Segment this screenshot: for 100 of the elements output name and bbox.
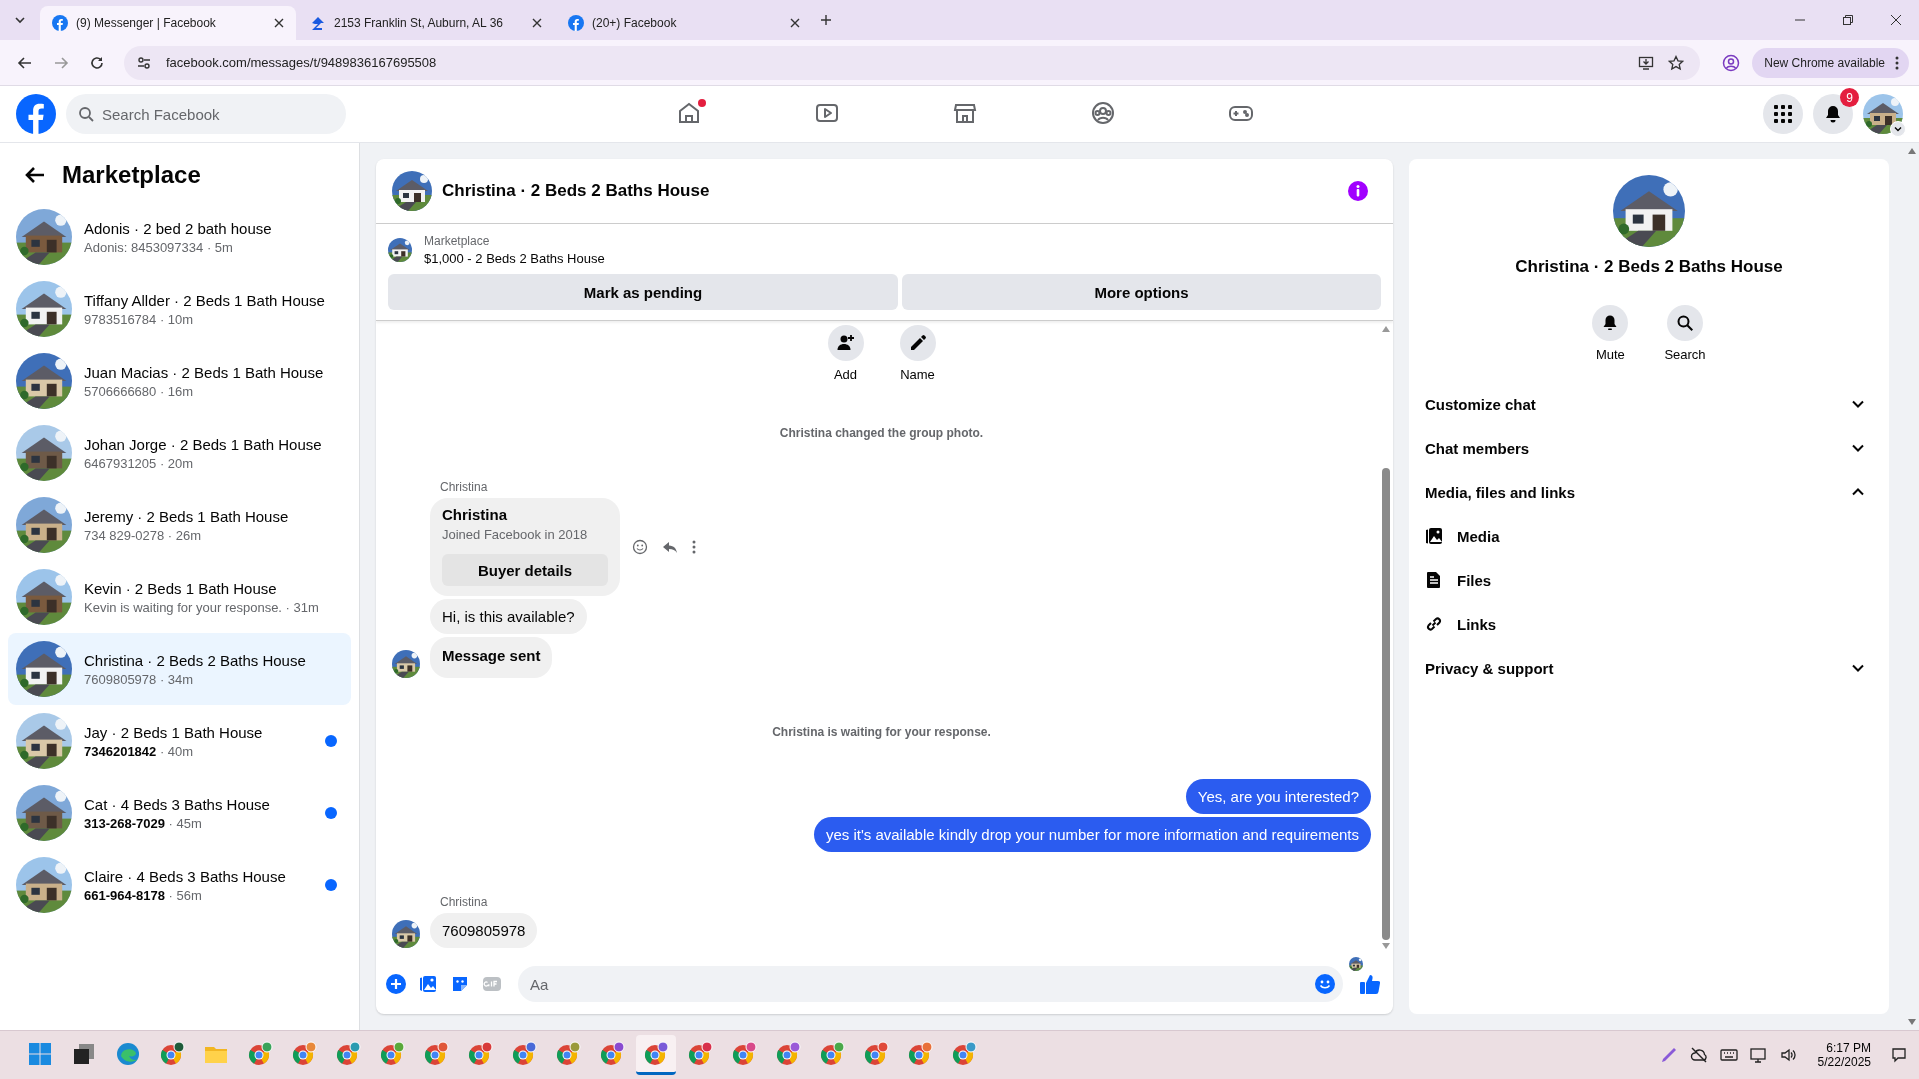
conversation-preview: 661-964-8178 · 56m bbox=[84, 887, 203, 903]
conversation-title: Johan Jorge · 2 Beds 1 Bath House bbox=[84, 435, 323, 453]
pen-icon[interactable] bbox=[1659, 1046, 1678, 1064]
conversation-item[interactable]: Adonis · 2 bed 2 bath house Adonis: 8453097334 · 5m bbox=[8, 201, 351, 273]
notification-icon[interactable] bbox=[1891, 1047, 1907, 1063]
add-person-button[interactable] bbox=[827, 325, 864, 361]
profile-detail: Joined Facebook in 2018 bbox=[442, 527, 589, 542]
section-header[interactable]: Customize chat bbox=[1425, 382, 1873, 426]
browser-tab[interactable]: (9) Messenger | Facebook bbox=[40, 6, 296, 40]
close-tab-icon[interactable] bbox=[790, 18, 800, 28]
mute-button[interactable] bbox=[1592, 305, 1629, 341]
listing-title: $1,000 - 2 Beds 2 Baths House bbox=[424, 251, 605, 266]
conversation-title: Tiffany Allder · 2 Beds 1 Bath House bbox=[84, 291, 326, 309]
search-icon bbox=[78, 106, 94, 122]
volume-icon[interactable] bbox=[1779, 1046, 1798, 1064]
conversation-item[interactable]: Jeremy · 2 Beds 1 Bath House 734 829-0278 · 26m bbox=[8, 489, 351, 561]
conversation-preview: 7609805978 · 34m bbox=[84, 671, 195, 687]
bell-icon bbox=[1823, 104, 1843, 124]
facebook-favicon-icon bbox=[568, 15, 584, 31]
search-field[interactable]: Search Facebook bbox=[66, 94, 346, 134]
conversation-item[interactable]: Jay · 2 Beds 1 Bath House 7346201842 · 40m bbox=[8, 705, 351, 777]
message-field[interactable]: Aa bbox=[518, 966, 1343, 1002]
notification-badge: 9 bbox=[1840, 88, 1859, 107]
conversation-title: Jeremy · 2 Beds 1 Bath House bbox=[84, 507, 290, 525]
conversation-preview: 9783516784 · 10m bbox=[84, 311, 195, 327]
reply-icon[interactable] bbox=[662, 539, 678, 555]
media-item[interactable]: Media bbox=[1425, 514, 1873, 558]
close-tab-icon[interactable] bbox=[274, 18, 284, 28]
notifications-button[interactable] bbox=[1813, 94, 1853, 134]
message-bubble: yes it's available kindly drop your number for more information and requirements bbox=[813, 817, 1371, 852]
scroll-up-icon[interactable] bbox=[1907, 147, 1917, 155]
conversation-preview: Kevin is waiting for your response. · 31m bbox=[84, 599, 320, 615]
message-bubble: Hi, is this available? bbox=[430, 599, 587, 634]
scrollbar-thumb[interactable] bbox=[1382, 468, 1390, 940]
rename-button[interactable] bbox=[899, 325, 936, 361]
section-header[interactable]: Media, files and links bbox=[1425, 470, 1873, 514]
conversation-item[interactable]: Claire · 4 Beds 3 Baths House 661-964-8178 · 56m bbox=[8, 849, 351, 921]
close-tab-icon[interactable] bbox=[532, 18, 542, 28]
conversation-preview: 734 829-0278 · 26m bbox=[84, 527, 203, 543]
conversation-title: Claire · 4 Beds 3 Baths House bbox=[84, 867, 287, 885]
files-item[interactable]: Files bbox=[1425, 558, 1873, 602]
conversation-title: Adonis · 2 bed 2 bath house bbox=[84, 219, 273, 237]
conversation-title: Christina · 2 Beds 2 Baths House bbox=[84, 651, 307, 669]
document-icon bbox=[1425, 571, 1443, 589]
cloud-icon[interactable] bbox=[1689, 1046, 1708, 1064]
update-button[interactable]: New Chrome available bbox=[1752, 47, 1909, 78]
conversation-item[interactable]: Juan Macias · 2 Beds 1 Bath House 5706666680 · 16m bbox=[8, 345, 351, 417]
section-header[interactable]: Chat members bbox=[1425, 426, 1873, 470]
browser-tab[interactable]: 2153 Franklin St, Auburn, AL 36 bbox=[298, 6, 554, 40]
link-icon bbox=[1425, 615, 1443, 633]
profile-name: Christina bbox=[442, 506, 508, 523]
install-icon[interactable] bbox=[1638, 54, 1655, 71]
scroll-up-icon[interactable] bbox=[1381, 325, 1391, 333]
buyer-details-button[interactable]: Buyer details bbox=[442, 554, 608, 586]
keyboard-icon[interactable] bbox=[1719, 1046, 1738, 1064]
address-bar[interactable]: facebook.com/messages/t/9489836167695508 bbox=[124, 45, 1701, 80]
links-item[interactable]: Links bbox=[1425, 602, 1873, 646]
conversation-item[interactable]: Johan Jorge · 2 Beds 1 Bath House 6467931205 · 20m bbox=[8, 417, 351, 489]
plus-icon[interactable] bbox=[386, 974, 406, 994]
conversation-item[interactable]: Cat · 4 Beds 3 Baths House 313-268-7029 · 45m bbox=[8, 777, 351, 849]
action-label: Name bbox=[900, 367, 935, 382]
caret-icon[interactable] bbox=[1890, 121, 1906, 137]
sender-name: Christina bbox=[440, 480, 489, 494]
clock[interactable]: 6:17 PM 5/22/2025 bbox=[1817, 1041, 1871, 1069]
conversation-item[interactable]: Tiffany Allder · 2 Beds 1 Bath House 9783516784 · 10m bbox=[8, 273, 351, 345]
conversation-title: Cat · 4 Beds 3 Baths House bbox=[84, 795, 271, 813]
thumbs-up-icon[interactable] bbox=[1359, 973, 1381, 995]
sender-name: Christina bbox=[440, 895, 489, 909]
site-settings-icon[interactable] bbox=[136, 54, 152, 71]
info-icon[interactable] bbox=[1347, 180, 1369, 202]
facebook-logo[interactable] bbox=[16, 94, 56, 134]
more-icon[interactable] bbox=[692, 540, 696, 554]
facebook-favicon-icon bbox=[52, 15, 68, 31]
sidebar-title: Marketplace bbox=[62, 161, 201, 189]
conversation-item[interactable]: Kevin · 2 Beds 1 Bath House Kevin is waiting for your response. · 31m bbox=[8, 561, 351, 633]
emoji-icon[interactable] bbox=[632, 539, 648, 555]
more-options-button[interactable]: More options bbox=[902, 274, 1381, 310]
listing-label: Marketplace bbox=[424, 234, 491, 248]
conversation-preview: 7346201842 · 40m bbox=[84, 743, 195, 759]
action-label: Search bbox=[1664, 347, 1706, 362]
system-message: Christina is waiting for your response. bbox=[772, 725, 991, 739]
scroll-down-icon[interactable] bbox=[1381, 942, 1391, 950]
add-person-icon bbox=[835, 333, 856, 353]
message-bubble: 7609805978 bbox=[430, 913, 538, 948]
monitor-icon[interactable] bbox=[1749, 1046, 1768, 1064]
conversation-title: Juan Macias · 2 Beds 1 Bath House bbox=[84, 363, 325, 381]
chrome-taskbar-icon[interactable] bbox=[636, 1035, 676, 1075]
search-button[interactable] bbox=[1667, 305, 1703, 341]
chat-title: Christina · 2 Beds 2 Baths House bbox=[442, 181, 710, 201]
scroll-down-icon[interactable] bbox=[1907, 1018, 1917, 1026]
bookmark-star-icon[interactable] bbox=[1668, 54, 1685, 71]
browser-tab[interactable]: (20+) Facebook bbox=[556, 6, 812, 40]
sticker-icon[interactable] bbox=[450, 974, 470, 994]
emoji-icon[interactable] bbox=[1315, 974, 1335, 994]
conversation-item[interactable]: Christina · 2 Beds 2 Baths House 7609805978 · 34m bbox=[8, 633, 351, 705]
mark-pending-button[interactable]: Mark as pending bbox=[388, 274, 898, 310]
section-header[interactable]: Privacy & support bbox=[1425, 646, 1873, 690]
message-bubble: Message sent bbox=[430, 637, 553, 678]
menu-button[interactable] bbox=[1763, 94, 1803, 134]
image-icon[interactable] bbox=[418, 974, 438, 994]
